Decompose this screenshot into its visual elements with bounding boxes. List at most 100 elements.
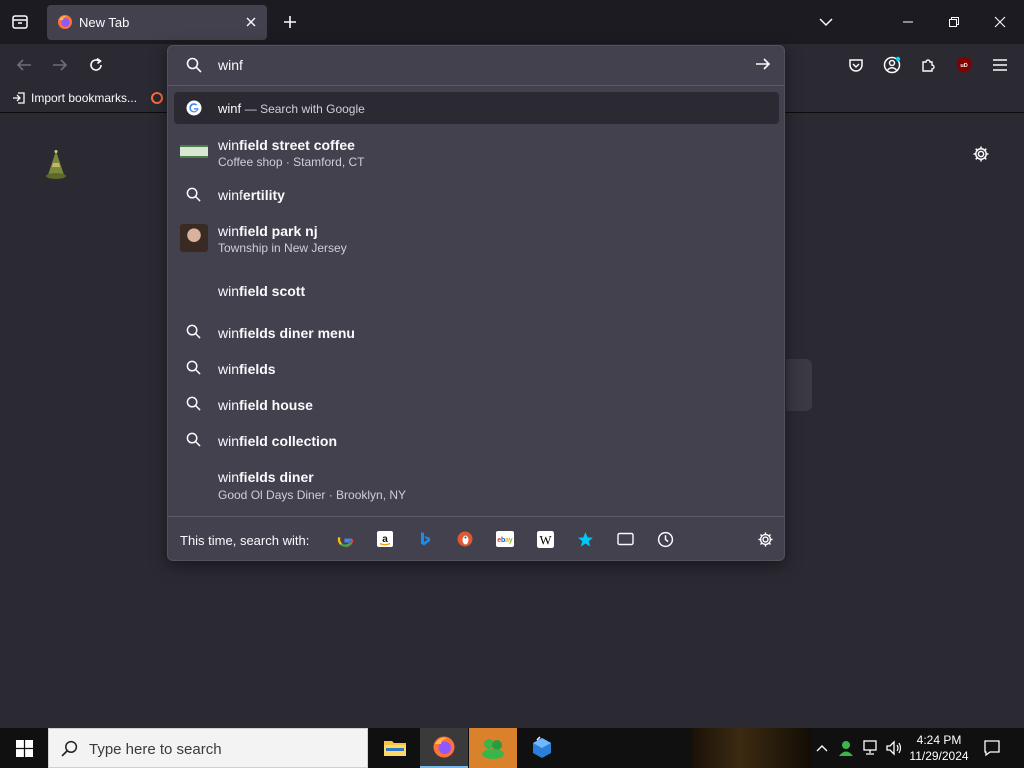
- taskbar-search-placeholder: Type here to search: [89, 741, 222, 758]
- google-icon: [186, 100, 202, 116]
- suggestion-item[interactable]: winfields: [174, 357, 779, 381]
- tray-overflow-button[interactable]: [812, 738, 832, 758]
- ublock-origin-icon: uD: [957, 57, 971, 73]
- firefox-icon: [433, 736, 455, 758]
- coffee-shop-thumbnail: [180, 145, 208, 158]
- tabs-icon[interactable]: [616, 530, 634, 548]
- close-icon: [994, 16, 1006, 28]
- app-menu-button[interactable]: [988, 54, 1012, 76]
- suggestion-item[interactable]: winfertility: [174, 184, 779, 208]
- taskbar-search-box[interactable]: Type here to search: [48, 728, 368, 768]
- google-icon[interactable]: [336, 530, 354, 548]
- svg-text:y: y: [509, 537, 513, 544]
- customize-new-tab-button[interactable]: [972, 145, 992, 165]
- suggestion-text: winfield house: [218, 397, 313, 413]
- user-status-icon: [839, 741, 853, 756]
- suggestion-text: winfield scott: [218, 283, 306, 299]
- bookmarks-star-icon[interactable]: [576, 530, 594, 548]
- minimize-button[interactable]: [898, 12, 918, 32]
- suggestion-text: winfields: [218, 361, 276, 377]
- hamburger-menu-icon: [993, 59, 1007, 71]
- action-center-button[interactable]: [982, 738, 1002, 758]
- urlbar-dropdown: winf — Search with Google winfield stree…: [167, 45, 785, 561]
- firefox-view-button[interactable]: [8, 10, 32, 34]
- amazon-icon[interactable]: a: [376, 530, 394, 548]
- urlbar-input[interactable]: [218, 55, 718, 75]
- go-button[interactable]: [754, 55, 774, 75]
- people-icon: [482, 739, 504, 759]
- suggestion-rich[interactable]: winfield street coffee Coffee shop · Sta…: [174, 132, 779, 172]
- duckduckgo-icon[interactable]: [456, 530, 474, 548]
- firefox-icon: [57, 14, 73, 30]
- tray-network-icon[interactable]: [860, 738, 880, 758]
- svg-text:a: a: [382, 534, 388, 545]
- suggestion-search-google[interactable]: winf — Search with Google: [174, 92, 779, 124]
- tray-user-icon[interactable]: [836, 738, 856, 758]
- import-bookmarks-label: Import bookmarks...: [31, 91, 138, 105]
- taskbar-clock[interactable]: 4:24 PM 11/29/2024: [906, 732, 972, 764]
- arrow-left-icon: [16, 59, 31, 71]
- taskbar-app-green[interactable]: [469, 728, 517, 768]
- tab-strip: New Tab: [0, 0, 1024, 44]
- gear-icon: [757, 531, 773, 547]
- suggestion-item[interactable]: winfield house: [174, 393, 779, 417]
- ebay-icon[interactable]: ebay: [496, 530, 514, 548]
- suggestion-secondary: Coffee shop · Stamford, CT: [218, 155, 365, 169]
- taskbar-file-explorer[interactable]: [371, 728, 419, 768]
- forward-button[interactable]: [48, 54, 72, 76]
- list-all-tabs-button[interactable]: [816, 12, 836, 32]
- taskbar-app-cube[interactable]: [518, 728, 566, 768]
- suggestion-rich[interactable]: winfield park nj Township in New Jersey: [174, 218, 779, 260]
- suggestion-text: winfertility: [218, 187, 285, 203]
- tray-volume-icon[interactable]: [884, 738, 904, 758]
- close-icon: [246, 17, 256, 27]
- account-icon: [883, 56, 901, 74]
- firefox-view-icon: [12, 15, 28, 29]
- notification-icon: [984, 740, 1000, 757]
- folder-icon: [384, 741, 406, 756]
- wikipedia-icon[interactable]: W: [536, 530, 554, 548]
- chevron-down-icon: [819, 18, 833, 27]
- clock-time: 4:24 PM: [916, 733, 962, 747]
- extensions-button[interactable]: [916, 54, 940, 76]
- arrow-right-icon: [756, 58, 771, 70]
- search-icon: [186, 396, 201, 411]
- search-settings-button[interactable]: [756, 530, 774, 548]
- taskbar-background-image: [692, 728, 812, 768]
- close-window-button[interactable]: [990, 12, 1010, 32]
- suggestion-text: winf — Search with Google: [218, 101, 365, 116]
- restore-icon: [949, 17, 959, 27]
- suggestion-item[interactable]: winfield scott: [174, 280, 779, 304]
- account-button[interactable]: [880, 54, 904, 76]
- urlbar-input-row: [168, 46, 784, 86]
- suggestion-text: winfield collection: [218, 433, 338, 449]
- suggestion-item[interactable]: winfields diner menu: [174, 321, 779, 345]
- shortcut-tile[interactable]: [786, 359, 812, 411]
- suggestion-text: winfields diner: [218, 469, 314, 485]
- bookmark-item-icon[interactable]: [150, 91, 164, 105]
- one-off-label: This time, search with:: [180, 533, 310, 548]
- suggestion-item[interactable]: winfield collection: [174, 429, 779, 453]
- import-bookmarks-button[interactable]: Import bookmarks...: [12, 91, 137, 105]
- bing-icon[interactable]: [416, 530, 434, 548]
- wizard-hat-icon: [44, 149, 68, 181]
- clock-date: 11/29/2024: [909, 749, 969, 763]
- reload-button[interactable]: [84, 54, 108, 76]
- windows-logo-icon: [15, 739, 33, 757]
- pocket-icon: [849, 59, 863, 72]
- restore-button[interactable]: [944, 12, 964, 32]
- history-icon[interactable]: [656, 530, 674, 548]
- engine-note: — Search with Google: [244, 102, 365, 116]
- back-button[interactable]: [12, 54, 36, 76]
- tab-close-button[interactable]: [243, 14, 259, 30]
- tab-new-tab[interactable]: New Tab: [47, 5, 267, 40]
- pocket-button[interactable]: [844, 54, 868, 76]
- taskbar-firefox[interactable]: [420, 728, 468, 768]
- new-tab-button[interactable]: [280, 12, 300, 32]
- cube-app-icon: [533, 736, 551, 758]
- ublock-origin-button[interactable]: uD: [952, 54, 976, 76]
- speaker-icon: [886, 740, 902, 756]
- start-button[interactable]: [0, 728, 48, 768]
- search-icon: [61, 740, 78, 757]
- suggestion-rich[interactable]: winfields diner Good Ol Days Diner · Bro…: [174, 464, 779, 506]
